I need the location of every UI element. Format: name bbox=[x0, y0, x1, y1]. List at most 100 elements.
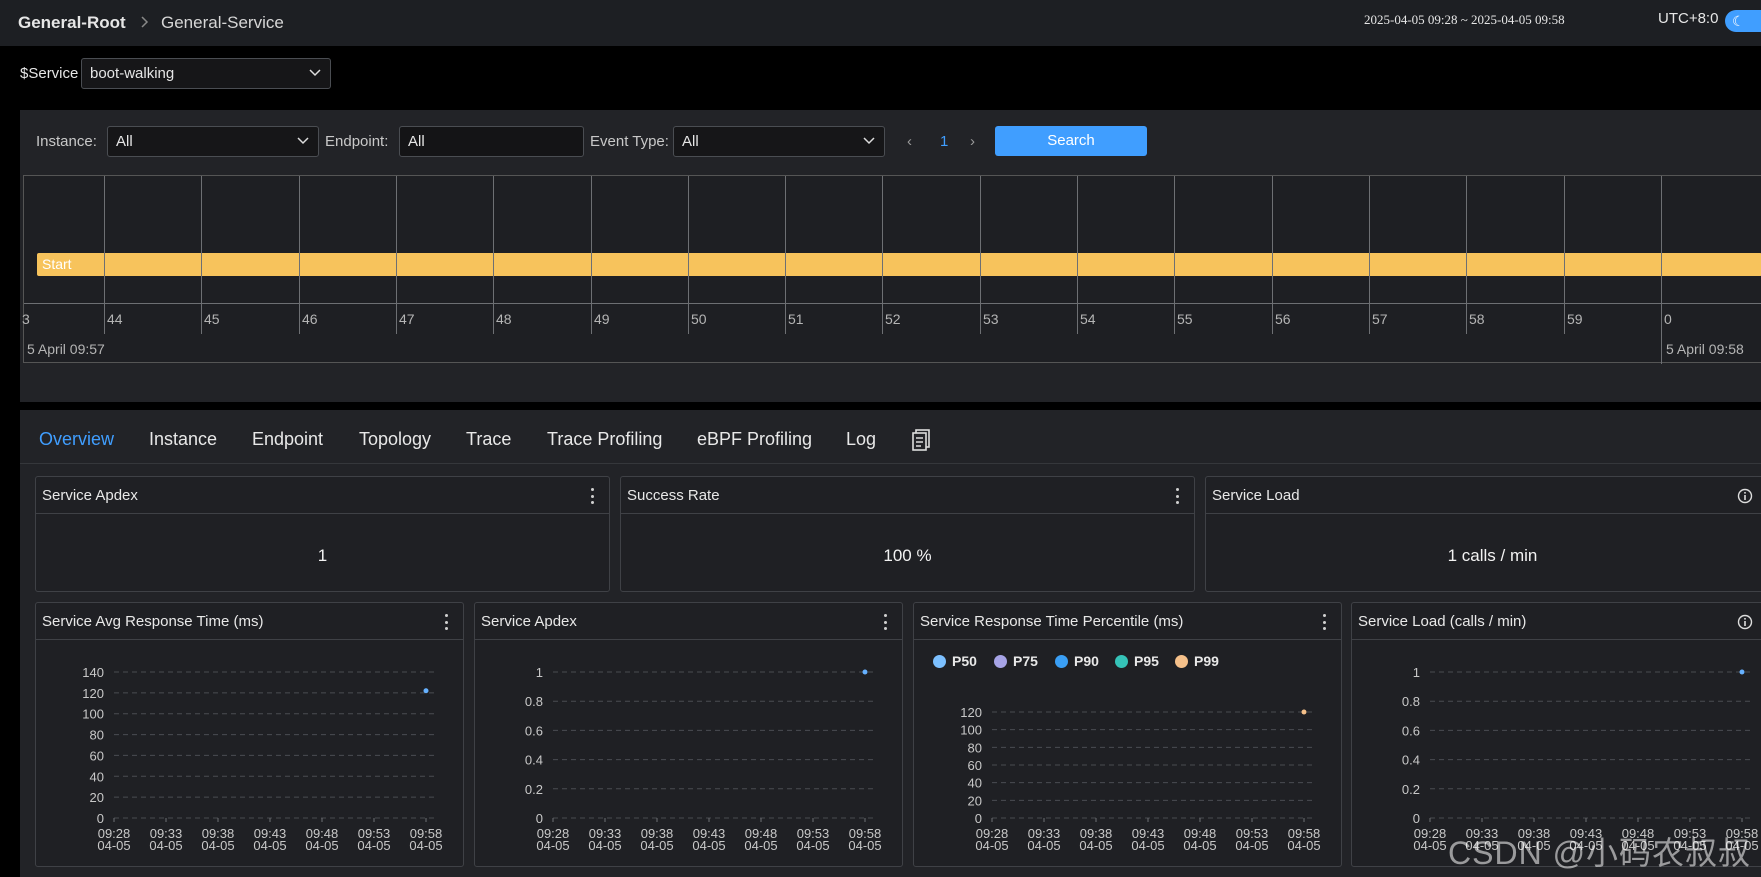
more-vertical-icon[interactable] bbox=[591, 488, 595, 506]
watermark: CSDN @小码农叔叔 bbox=[1448, 835, 1752, 871]
legend-item-p75[interactable]: P75 bbox=[994, 653, 1038, 669]
tab-overview[interactable]: Overview bbox=[39, 429, 114, 450]
chart-header-divider bbox=[1352, 639, 1761, 640]
tab-trace-profiling[interactable]: Trace Profiling bbox=[547, 429, 662, 450]
card-header-divider bbox=[621, 513, 1194, 514]
x-tick-sublabel: 04-05 bbox=[201, 838, 234, 853]
tab-instance[interactable]: Instance bbox=[149, 429, 217, 450]
service-apdex-chart[interactable]: 00.20.40.60.8109:2804-0509:3304-0509:380… bbox=[475, 643, 904, 868]
timezone-label[interactable]: UTC+8:0 bbox=[1658, 10, 1718, 27]
y-tick-label: 40 bbox=[968, 776, 982, 791]
service-select[interactable]: boot-walking bbox=[81, 58, 331, 89]
card-service-load: Service Load 1 calls / min bbox=[1205, 476, 1761, 592]
y-tick-label: 1 bbox=[1413, 665, 1420, 680]
timeline-grid-line bbox=[882, 176, 883, 334]
timeline-grid-line bbox=[396, 176, 397, 334]
y-tick-label: 80 bbox=[90, 728, 104, 743]
legend-label: P90 bbox=[1074, 653, 1099, 669]
data-point[interactable] bbox=[1739, 669, 1745, 675]
more-vertical-icon[interactable] bbox=[1176, 488, 1180, 506]
timeline-event-bar[interactable]: Start bbox=[37, 253, 1761, 276]
endpoint-filter-input[interactable]: All bbox=[399, 126, 584, 157]
y-tick-label: 0 bbox=[97, 811, 104, 826]
current-page[interactable]: 1 bbox=[940, 133, 948, 150]
info-icon[interactable] bbox=[1737, 488, 1753, 504]
more-vertical-icon[interactable] bbox=[445, 614, 449, 632]
timeline-tick-label: 56 bbox=[1275, 311, 1291, 327]
breadcrumb-page[interactable]: General-Service bbox=[161, 13, 284, 33]
y-tick-label: 60 bbox=[90, 748, 104, 763]
prev-page-button[interactable]: ‹ bbox=[907, 133, 912, 150]
legend-item-p95[interactable]: P95 bbox=[1115, 653, 1159, 669]
next-page-button[interactable]: › bbox=[970, 133, 975, 150]
x-tick-sublabel: 04-05 bbox=[305, 838, 338, 853]
chart-title: Service Apdex bbox=[481, 613, 577, 630]
timeline-tick-label: 52 bbox=[885, 311, 901, 327]
legend-dot bbox=[933, 655, 946, 668]
timeline-grid-line bbox=[980, 176, 981, 334]
timeline-tick-label: 50 bbox=[691, 311, 707, 327]
timeline-grid-line bbox=[493, 176, 494, 334]
breadcrumb-root[interactable]: General-Root bbox=[18, 13, 126, 33]
instance-filter-label: Instance: bbox=[36, 133, 97, 150]
chevron-down-icon bbox=[296, 133, 310, 147]
legend-item-p99[interactable]: P99 bbox=[1175, 653, 1219, 669]
y-tick-label: 0.8 bbox=[525, 694, 543, 709]
chart-header-divider bbox=[914, 639, 1341, 640]
y-tick-label: 0.4 bbox=[525, 753, 543, 768]
tab-trace[interactable]: Trace bbox=[466, 429, 511, 450]
time-range-picker[interactable]: 2025-04-05 09:28 ~ 2025-04-05 09:58 bbox=[1364, 12, 1565, 28]
tab-ebpf-profiling[interactable]: eBPF Profiling bbox=[697, 429, 812, 450]
y-tick-label: 0.4 bbox=[1402, 753, 1420, 768]
x-tick-sublabel: 04-05 bbox=[536, 838, 569, 853]
more-vertical-icon[interactable] bbox=[1323, 614, 1327, 632]
timeline-tick-label: 45 bbox=[204, 311, 220, 327]
timeline-end-date: 5 April 09:58 bbox=[1666, 341, 1744, 357]
timeline-tick-label: 57 bbox=[1372, 311, 1388, 327]
document-icon[interactable] bbox=[911, 428, 933, 452]
card-value: 1 calls / min bbox=[1447, 546, 1538, 565]
endpoint-filter-label: Endpoint: bbox=[325, 133, 389, 150]
x-tick-sublabel: 04-05 bbox=[1027, 838, 1060, 853]
timeline-grid-line bbox=[688, 176, 689, 334]
y-tick-label: 0 bbox=[536, 811, 543, 826]
chart-title: Service Avg Response Time (ms) bbox=[42, 613, 264, 630]
y-tick-label: 0.8 bbox=[1402, 694, 1420, 709]
x-tick-sublabel: 04-05 bbox=[1079, 838, 1112, 853]
legend-item-p50[interactable]: P50 bbox=[933, 653, 977, 669]
legend-dot bbox=[1055, 655, 1068, 668]
data-point[interactable] bbox=[1301, 709, 1307, 715]
card-title: Service Load bbox=[1212, 487, 1300, 504]
events-timeline[interactable]: Start 3 5 April 09:57 5 April 09:58 44 45… bbox=[22, 175, 1761, 364]
search-button[interactable]: Search bbox=[995, 126, 1147, 156]
more-vertical-icon[interactable] bbox=[884, 614, 888, 632]
y-tick-label: 0.2 bbox=[1402, 782, 1420, 797]
avg-response-time-chart[interactable]: 02040608010012014009:2804-0509:3304-0509… bbox=[36, 643, 465, 868]
data-point[interactable] bbox=[423, 688, 429, 694]
tab-endpoint[interactable]: Endpoint bbox=[252, 429, 323, 450]
timeline-tick-label: 47 bbox=[399, 311, 415, 327]
y-tick-label: 20 bbox=[90, 790, 104, 805]
theme-toggle[interactable]: ☾ bbox=[1725, 10, 1761, 32]
info-icon[interactable] bbox=[1737, 614, 1753, 630]
timeline-tick-label: 53 bbox=[983, 311, 999, 327]
y-tick-label: 1 bbox=[536, 665, 543, 680]
data-point[interactable] bbox=[862, 669, 868, 675]
x-tick-sublabel: 04-05 bbox=[357, 838, 390, 853]
tab-topology[interactable]: Topology bbox=[359, 429, 431, 450]
timeline-grid-line bbox=[1466, 176, 1467, 334]
legend-item-p90[interactable]: P90 bbox=[1055, 653, 1099, 669]
x-tick-sublabel: 04-05 bbox=[692, 838, 725, 853]
event-type-filter-select[interactable]: All bbox=[673, 126, 885, 157]
timeline-event-label: Start bbox=[42, 256, 72, 272]
instance-filter-select[interactable]: All bbox=[107, 126, 319, 157]
card-header-divider bbox=[1206, 513, 1761, 514]
x-tick-sublabel: 04-05 bbox=[253, 838, 286, 853]
response-percentile-chart[interactable]: 02040608010012009:2804-0509:3304-0509:38… bbox=[914, 643, 1343, 868]
x-tick-sublabel: 04-05 bbox=[796, 838, 829, 853]
card-value: 100 % bbox=[883, 546, 932, 565]
chart-header-divider bbox=[475, 639, 902, 640]
moon-icon: ☾ bbox=[1732, 13, 1745, 29]
tab-log[interactable]: Log bbox=[846, 429, 876, 450]
legend-label: P99 bbox=[1194, 653, 1219, 669]
